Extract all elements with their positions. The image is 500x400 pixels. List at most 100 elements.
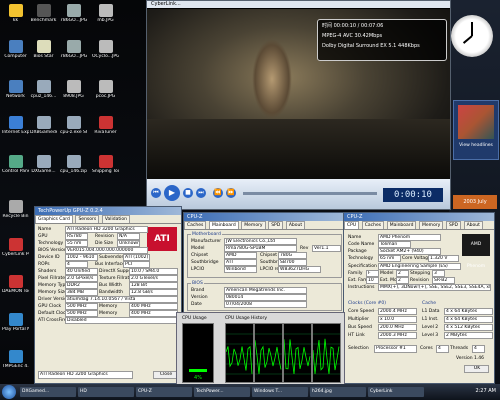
desktop-icon[interactable]: cpu_146.zip xyxy=(60,155,87,185)
taskbar-item[interactable]: CyberLink xyxy=(368,387,424,397)
news-gadget-label: View headlines xyxy=(459,143,493,148)
prev-button[interactable]: ⏮ xyxy=(151,188,161,198)
tab-sensors[interactable]: Sensors xyxy=(75,215,100,223)
desktop-icon[interactable]: Computer xyxy=(2,40,29,70)
cpu-field-label: Family xyxy=(348,271,363,276)
desktop-icon[interactable]: Recycle Bin xyxy=(2,200,29,230)
desktop-icon[interactable]: Benchmark xyxy=(30,4,57,34)
task-manager-window[interactable]: CPU Usage 4% CPU Usage History xyxy=(176,312,345,389)
desktop-icon-image xyxy=(8,275,23,288)
field-label: L1 Inst. xyxy=(422,317,439,322)
start-button[interactable] xyxy=(2,385,16,399)
stop-button[interactable]: ■ xyxy=(183,188,193,198)
tab-mainboard[interactable]: Mainboard xyxy=(208,221,239,229)
taskbar-item[interactable]: CPU-Z xyxy=(136,387,192,397)
desktop-icon[interactable]: pcoc.JPG xyxy=(92,80,119,110)
taskbar-item[interactable]: Windows T... xyxy=(252,387,308,397)
selection-label: Selection xyxy=(348,346,369,351)
cpu-history-label: CPU Usage History xyxy=(225,316,268,321)
news-gadget[interactable]: View headlines xyxy=(453,100,499,160)
tab-cpu[interactable]: CPU xyxy=(344,221,360,229)
next-button[interactable]: ⏭ xyxy=(196,188,206,198)
desktop-icon-image xyxy=(8,313,23,326)
fast-forward-button[interactable]: ⏩ xyxy=(226,188,236,198)
mb-field-value: W83627DHG xyxy=(278,266,321,273)
processor-select[interactable]: Processor #1 xyxy=(374,345,417,353)
desktop-icon[interactable]: 786GO...JPG xyxy=(60,4,87,34)
gpuz-field-label: Memory Type xyxy=(38,283,69,288)
tab-validation[interactable]: Validation xyxy=(101,215,131,223)
desktop-icon[interactable]: RivaTuner xyxy=(92,116,119,146)
tab-spd[interactable]: SPD xyxy=(268,221,284,229)
calendar-gadget[interactable]: 2003 July xyxy=(453,195,497,209)
play-button[interactable]: ▶ xyxy=(164,185,180,201)
cpuz-ok-button[interactable]: OK xyxy=(464,365,489,373)
mb-field-label: Manufacturer xyxy=(191,239,222,244)
tab-graphics-card[interactable]: Graphics Card xyxy=(35,215,73,223)
desktop-icon[interactable]: Network xyxy=(2,80,29,110)
cpuz-mb-title-bar[interactable]: CPU-Z xyxy=(184,213,345,221)
tab-cpu-caches[interactable]: Caches xyxy=(361,221,385,229)
tab-cpu-mainboard[interactable]: Mainboard xyxy=(386,221,417,229)
video-player-window[interactable]: CyberLink... 时间 00:00:10 / 00:07:06 MPEG… xyxy=(146,0,451,210)
gpuz-title-bar[interactable]: TechPowerUp GPU-Z 0.2.4 xyxy=(35,207,181,215)
cpu-field-label: Revision xyxy=(410,278,429,283)
mb-field-value: JW Electronics Co.,Ltd xyxy=(224,238,297,245)
field-label: L1 Data xyxy=(422,309,440,314)
cpu-field-value: 2 xyxy=(396,277,409,284)
desktop-icon-label: cpuz_146... xyxy=(30,94,57,99)
desktop-icon[interactable]: Control Panel xyxy=(2,155,29,185)
taskbar-item[interactable]: TechPower... xyxy=(194,387,250,397)
desktop-icon[interactable]: TMPGEnc 4.0 XPress xyxy=(2,350,29,380)
player-title-bar[interactable]: CyberLink... xyxy=(147,1,450,8)
taskbar: DXGamed... HD CPU-Z TechPower... Windows T..… xyxy=(0,384,500,400)
desktop-icon-label: 786GO...JPG xyxy=(60,54,87,59)
field-value: x 10.0 xyxy=(378,316,417,323)
cpu-field-value: Socket AM2+ (940) xyxy=(378,248,441,255)
tab-cpu-memory[interactable]: Memory xyxy=(419,221,444,229)
desktop-icon[interactable]: Snipping Tool xyxy=(92,155,119,185)
desktop-icon[interactable]: mb.JPG xyxy=(92,4,119,34)
field-value: 4 x 512 KBytes xyxy=(444,324,493,331)
mb-field-value: ATI xyxy=(224,259,257,266)
gpuz-field-value: 128 Bit xyxy=(129,282,178,289)
tab-about[interactable]: About xyxy=(285,221,306,229)
taskbar-item[interactable]: HD xyxy=(78,387,134,397)
taskbar-item[interactable]: h264.jpg xyxy=(310,387,366,397)
tab-caches[interactable]: Caches xyxy=(184,221,207,229)
desktop-icon[interactable]: DXBGamedemo xyxy=(30,116,57,146)
desktop-icon[interactable]: OCyclo...JPG xyxy=(92,40,119,70)
desktop-icon[interactable]: Internet Explorer xyxy=(2,116,29,146)
desktop-icon[interactable]: 8908.JPG xyxy=(60,80,87,110)
cpuz-mainboard-window[interactable]: CPU-Z Caches Mainboard Memory SPD About … xyxy=(183,212,346,314)
desktop-icon[interactable]: DAEMON Tools xyxy=(2,275,29,305)
desktop-icon[interactable]: Play Portal Now xyxy=(2,313,29,343)
field-value: 4 x 64 KBytes xyxy=(444,308,493,315)
desktop-icon-image xyxy=(8,350,23,363)
desktop-icon-image xyxy=(8,200,23,213)
desktop-icon[interactable]: kk xyxy=(2,4,29,34)
desktop-icon[interactable]: Bios Star xyxy=(30,40,57,70)
taskbar-item[interactable]: DXGamed... xyxy=(20,387,76,397)
gpu-select[interactable]: ATI Radeon HD 3200 Graphics xyxy=(38,371,133,379)
desktop-icon[interactable]: cpuz_146... xyxy=(30,80,57,110)
desktop-icon[interactable]: DXGame... xyxy=(30,155,57,185)
cpuz-cpu-window[interactable]: CPU-Z CPU Caches Mainboard Memory SPD Ab… xyxy=(343,212,495,384)
tab-cpu-spd[interactable]: SPD xyxy=(445,221,461,229)
desktop-icon[interactable]: 786GO...JPG xyxy=(60,40,87,70)
gpuz-window[interactable]: TechPowerUp GPU-Z 0.2.4 Graphics Card Se… xyxy=(34,206,182,384)
bios-field-label: Version xyxy=(191,295,208,300)
tab-memory[interactable]: Memory xyxy=(241,221,266,229)
desktop-icon[interactable]: CyberLink PowerDVD xyxy=(2,238,29,268)
rewind-button[interactable]: ⏪ xyxy=(213,188,223,198)
field-label: Level 2 xyxy=(422,325,439,330)
gpuz-close-button[interactable]: Close xyxy=(153,371,178,379)
desktop-icon-label: 8908.JPG xyxy=(63,94,84,99)
tab-cpu-about[interactable]: About xyxy=(463,221,483,229)
field-label: Bus Speed xyxy=(348,325,372,330)
seek-bar[interactable] xyxy=(243,192,377,195)
desktop-icon[interactable]: cpu-z.exe Shortcut xyxy=(60,116,87,146)
cpuz-cpu-title: CPU-Z xyxy=(347,214,363,220)
gpuz-field-value: ATI (1002) xyxy=(123,254,150,261)
cpuz-cpu-title-bar[interactable]: CPU-Z xyxy=(344,213,494,221)
